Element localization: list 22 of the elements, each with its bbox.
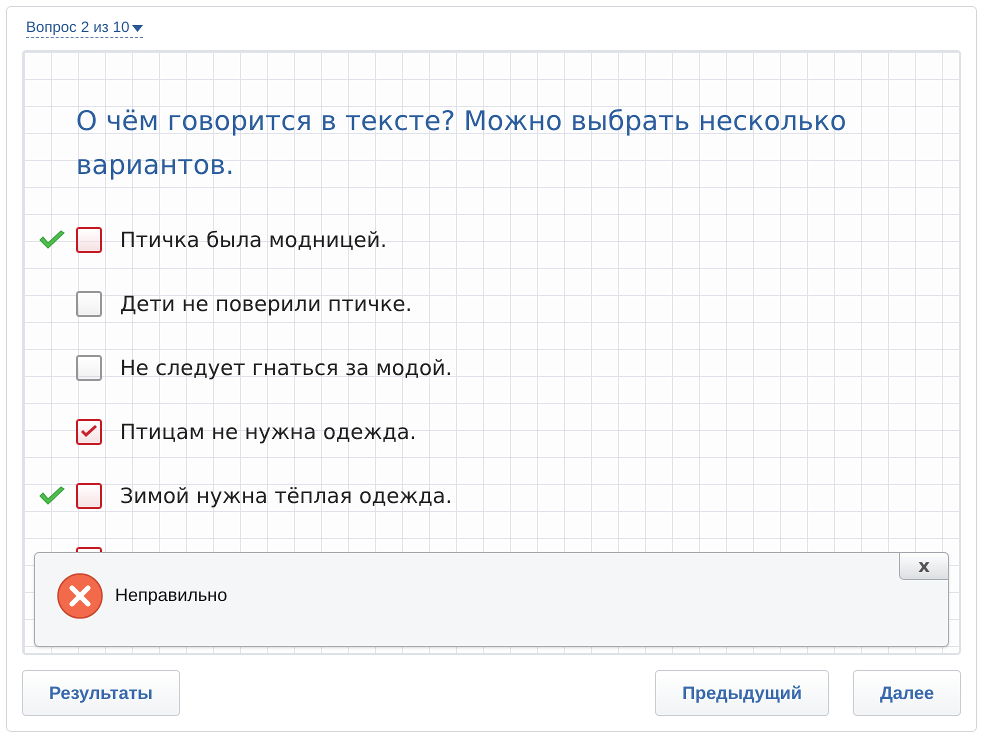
- option-label: Не следует гнаться за модой.: [120, 356, 452, 380]
- question-selector[interactable]: Вопрос 2 из 10: [26, 19, 144, 38]
- option-label: Дети не поверили птичке.: [120, 292, 412, 316]
- option-label: Птицам не нужна одежда.: [120, 420, 416, 444]
- option-label: Зимой нужна тёплая одежда.: [120, 484, 452, 508]
- feedback-message: Неправильно: [115, 585, 228, 606]
- nav-button[interactable]: Далее: [852, 670, 961, 716]
- option-label: Птичка была модницей.: [120, 228, 387, 252]
- check-icon: [38, 230, 66, 250]
- checkbox[interactable]: [76, 291, 102, 317]
- question-text: О чём говорится в тексте? Можно выбрать несколько вариантов.: [76, 105, 848, 183]
- caret-icon: [132, 24, 144, 32]
- error-icon: [57, 572, 103, 618]
- checkbox[interactable]: [76, 419, 102, 445]
- check-icon: [38, 486, 66, 506]
- close-button[interactable]: x: [899, 552, 949, 580]
- checkbox[interactable]: [76, 227, 102, 253]
- checkmark-icon: [80, 425, 98, 439]
- checkbox[interactable]: [76, 355, 102, 381]
- nav-button[interactable]: Результаты: [22, 670, 180, 716]
- checkbox[interactable]: [76, 483, 102, 509]
- nav-button[interactable]: Предыдущий: [655, 670, 829, 716]
